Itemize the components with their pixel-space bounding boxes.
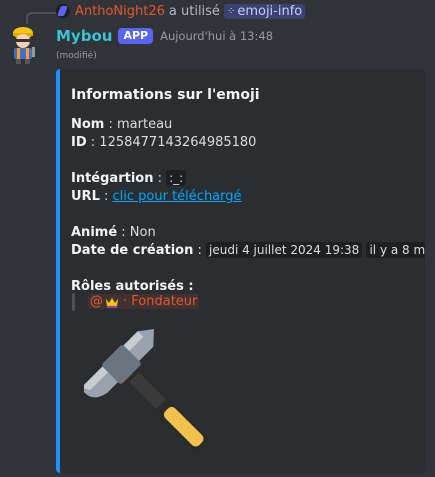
- crown-icon: [105, 296, 119, 308]
- reply-connector: [26, 12, 56, 24]
- name-value: marteau: [117, 117, 173, 132]
- quote-bar: [72, 293, 75, 311]
- field-integration: Intégartion : :_:: [71, 170, 187, 186]
- reply-used-text: a utilisé: [168, 3, 220, 19]
- field-animated: Animé : Non: [71, 225, 156, 240]
- animated-label: Animé: [71, 225, 118, 240]
- embed-title: Informations sur l'emoji: [71, 87, 260, 103]
- field-url: URL : clic pour téléchargé: [71, 189, 242, 204]
- integration-label: Intégartion: [71, 171, 154, 186]
- created-relative[interactable]: il y a 8 mois: [366, 242, 425, 258]
- bot-name[interactable]: Mybou: [56, 27, 112, 45]
- role-prefix: @: [90, 294, 103, 309]
- emoji-info-embed: Informations sur l'emoji Nom : marteau I…: [56, 69, 425, 473]
- app-badge: APP: [118, 28, 154, 44]
- bot-avatar[interactable]: [6, 24, 40, 64]
- edited-indicator: (modifié): [56, 51, 97, 61]
- id-value: 1258477143264985180: [99, 135, 257, 150]
- reply-context[interactable]: AnthoNight26 a utilisé ⁘ emoji-info: [56, 2, 306, 20]
- reply-username[interactable]: AnthoNight26: [75, 4, 165, 19]
- field-id: ID : 1258477143264985180: [71, 135, 257, 150]
- command-mention[interactable]: ⁘ emoji-info: [223, 3, 306, 19]
- reply-avatar: [56, 4, 70, 18]
- roles-label: Rôles autorisés :: [71, 279, 194, 294]
- message-timestamp: Aujourd'hui à 13:48: [160, 29, 274, 43]
- download-link[interactable]: clic pour téléchargé: [113, 189, 242, 204]
- role-name: · Fondateur: [123, 294, 198, 309]
- role-mention[interactable]: @ · Fondateur: [88, 294, 200, 309]
- id-label: ID: [71, 135, 87, 150]
- hammer-emoji-image[interactable]: [84, 327, 224, 467]
- integration-code[interactable]: :_:: [166, 170, 187, 186]
- animated-value: Non: [129, 225, 156, 240]
- field-name: Nom : marteau: [71, 117, 173, 132]
- field-created: Date de création : jeudi 4 juillet 2024 …: [71, 242, 425, 258]
- embed-accent-bar: [56, 69, 60, 473]
- created-timestamp[interactable]: jeudi 4 juillet 2024 19:38: [206, 242, 363, 258]
- message-header: Mybou APP Aujourd'hui à 13:48: [56, 26, 273, 46]
- url-label: URL: [71, 189, 100, 204]
- field-roles: Rôles autorisés :: [71, 279, 194, 294]
- command-name: emoji-info: [237, 3, 303, 19]
- name-label: Nom: [71, 117, 105, 132]
- slash-command-icon: ⁘: [226, 5, 236, 17]
- created-label: Date de création: [71, 243, 194, 258]
